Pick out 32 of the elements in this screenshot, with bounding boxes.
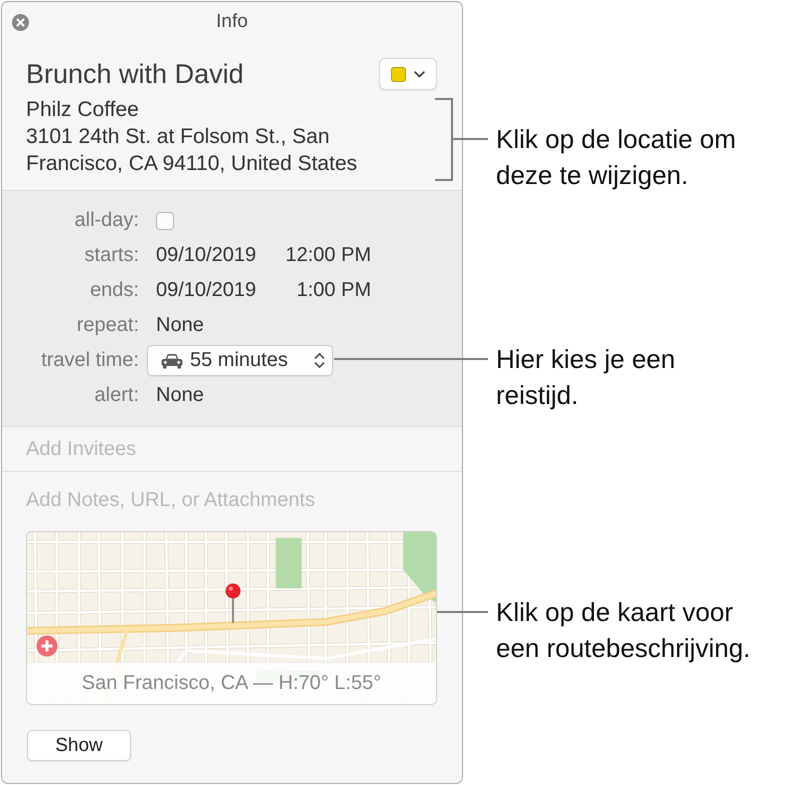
field-label: all-day: bbox=[74, 209, 139, 232]
show-button[interactable]: Show bbox=[27, 730, 131, 761]
window-title: Info bbox=[216, 11, 248, 33]
invitees-field[interactable]: Add Invitees bbox=[2, 427, 462, 471]
close-button[interactable] bbox=[12, 14, 29, 30]
time-value[interactable]: 12:00 PM bbox=[256, 244, 372, 267]
callout-text: Hier kies je een reistijd. bbox=[496, 343, 676, 412]
field-label: repeat: bbox=[76, 314, 139, 337]
field-label: alert: bbox=[94, 384, 139, 407]
up-down-chevron-icon bbox=[314, 352, 325, 369]
event-title[interactable]: Brunch with David bbox=[26, 58, 244, 90]
option-value[interactable]: None bbox=[156, 314, 204, 337]
hospital-marker-icon bbox=[36, 635, 58, 657]
field-label: starts: bbox=[84, 244, 139, 267]
car-icon bbox=[161, 352, 183, 368]
calendar-color-button[interactable] bbox=[379, 58, 437, 90]
field-label: travel time: bbox=[41, 349, 139, 372]
map-caption: San Francisco, CA — H:70° L:55° bbox=[27, 662, 436, 704]
map-pin-icon bbox=[225, 583, 241, 623]
time-value[interactable]: 1:00 PM bbox=[256, 279, 372, 302]
travel-time-popup[interactable]: 55 minutes bbox=[147, 345, 333, 376]
date-value[interactable]: 09/10/2019 bbox=[156, 279, 256, 302]
callout-text: Klik op de kaart voor een routebeschrijving. bbox=[496, 596, 750, 665]
callout-text: Klik op de locatie om deze te wijzigen. bbox=[496, 123, 736, 192]
leader-line bbox=[437, 611, 488, 613]
option-value[interactable]: None bbox=[156, 384, 204, 407]
chevron-down-icon bbox=[414, 70, 425, 78]
field-label: ends: bbox=[90, 279, 139, 302]
notes-field[interactable]: Add Notes, URL, or Attachments bbox=[2, 472, 462, 528]
date-value[interactable]: 09/10/2019 bbox=[156, 244, 256, 267]
all-day-checkbox[interactable] bbox=[156, 212, 174, 230]
location-text[interactable]: Philz Coffee 3101 24th St. at Folsom St., San Francisco, CA 94110, United States bbox=[26, 96, 437, 177]
